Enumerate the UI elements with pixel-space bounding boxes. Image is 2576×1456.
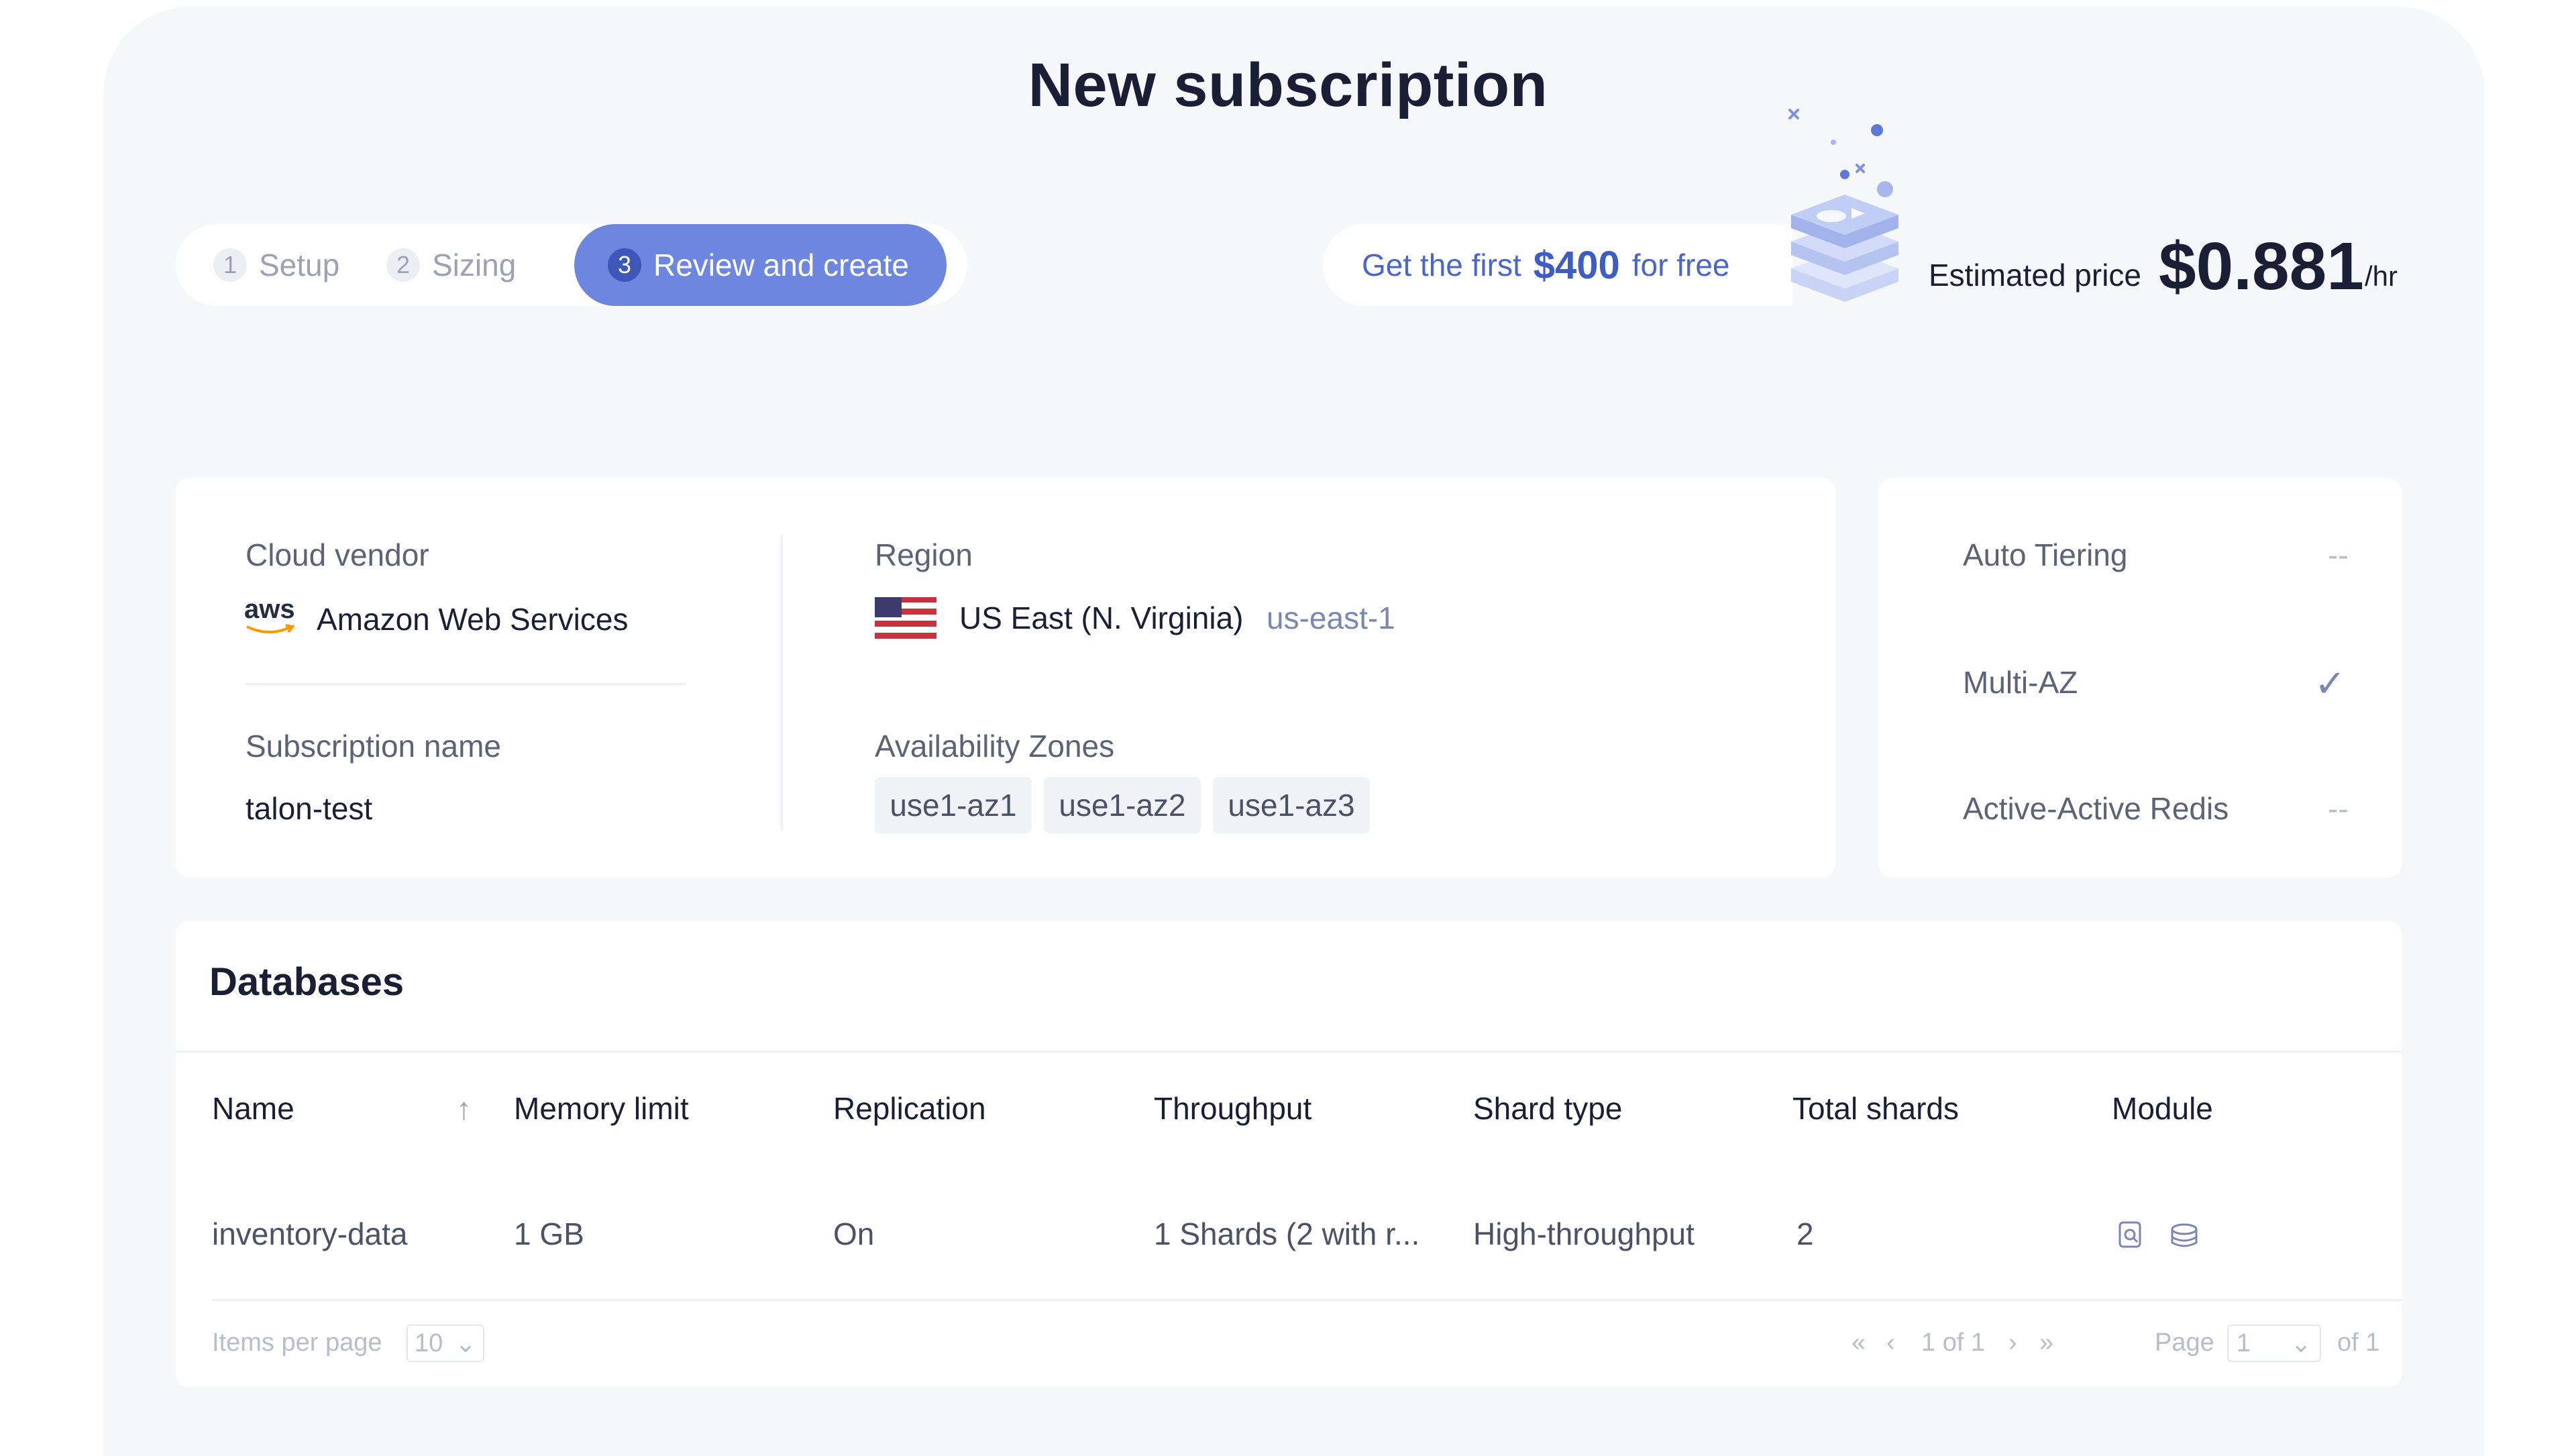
first-page-icon[interactable]: «: [1851, 1329, 1866, 1357]
active-active-label: Active-Active Redis: [1963, 791, 2229, 826]
last-page-icon[interactable]: »: [2039, 1329, 2053, 1357]
total-pages: of 1: [2337, 1329, 2380, 1357]
multi-az-label: Multi-AZ: [1963, 665, 2078, 700]
column-header-name[interactable]: Name: [212, 1090, 294, 1127]
check-icon: ✓: [2314, 662, 2346, 705]
aws-logo-icon: aws: [244, 596, 298, 643]
promo-amount: $400: [1533, 243, 1620, 287]
sort-ascending-icon[interactable]: ↑: [456, 1090, 472, 1127]
column-header-replication[interactable]: Replication: [833, 1090, 986, 1127]
page-select[interactable]: 1 ⌄: [2227, 1324, 2321, 1362]
next-page-icon[interactable]: ›: [2008, 1329, 2017, 1357]
free-credit-promo[interactable]: Get the first $400 for free: [1323, 224, 1792, 306]
step-number: 3: [608, 248, 641, 282]
step-number: 2: [386, 248, 420, 282]
cell-name: inventory-data: [212, 1216, 408, 1251]
redis-stack-illustration: [1788, 109, 1898, 302]
aws-logo-text: aws: [244, 594, 295, 624]
promo-prefix: Get the first: [1362, 248, 1521, 282]
zone-chip: use1-az3: [1213, 777, 1370, 833]
auto-tiering-value: --: [2328, 537, 2349, 572]
chevron-down-icon: ⌄: [2290, 1329, 2312, 1358]
databases-title: Databases: [209, 960, 405, 1004]
databases-card: [176, 921, 2402, 1388]
items-per-page-label: Items per page: [212, 1329, 382, 1357]
us-flag-icon: [875, 597, 936, 639]
estimated-price-unit: /hr: [2365, 260, 2398, 292]
previous-page-icon[interactable]: ‹: [1886, 1329, 1895, 1357]
pagination-range: 1 of 1: [1921, 1329, 1986, 1357]
chevron-down-icon: ⌄: [455, 1329, 476, 1358]
column-header-shard-type[interactable]: Shard type: [1473, 1090, 1622, 1127]
step-label: Setup: [259, 248, 340, 282]
region-code: us-east-1: [1267, 601, 1395, 635]
page-value: 1: [2237, 1329, 2251, 1357]
active-active-value: --: [2328, 791, 2349, 826]
zone-chip: use1-az2: [1044, 777, 1201, 833]
step-review-and-create[interactable]: 3 Review and create: [574, 224, 947, 306]
table-title-divider: [176, 1051, 2402, 1053]
promo-suffix: for free: [1631, 248, 1730, 282]
items-per-page-select[interactable]: 10 ⌄: [407, 1324, 484, 1362]
auto-tiering-label: Auto Tiering: [1963, 537, 2128, 572]
column-header-throughput[interactable]: Throughput: [1154, 1090, 1311, 1127]
row-divider: [212, 1299, 2402, 1301]
cell-total-shards: 2: [1796, 1216, 1814, 1251]
estimated-price-value: $0.881: [2159, 229, 2364, 304]
cell-shard-type: High-throughput: [1473, 1216, 1695, 1251]
column-header-total-shards[interactable]: Total shards: [1792, 1090, 1959, 1127]
cell-throughput: 1 Shards (2 with r...: [1154, 1216, 1420, 1251]
page-title: New subscription: [1028, 51, 1548, 119]
zone-chip: use1-az1: [875, 777, 1032, 833]
cell-memory: 1 GB: [514, 1216, 584, 1251]
step-number: 1: [213, 248, 247, 282]
column-divider: [781, 534, 783, 831]
cloud-vendor-label: Cloud vendor: [246, 537, 429, 572]
subscription-name-label: Subscription name: [246, 729, 501, 764]
cloud-vendor-value: Amazon Web Services: [317, 602, 629, 637]
page-label: Page: [2155, 1329, 2214, 1357]
module-search-icon[interactable]: [2116, 1220, 2147, 1251]
step-setup[interactable]: 1 Setup: [213, 224, 386, 306]
items-per-page-value: 10: [415, 1329, 443, 1357]
step-label: Review and create: [653, 248, 909, 282]
step-label: Sizing: [432, 248, 517, 282]
availability-zones-label: Availability Zones: [875, 729, 1115, 764]
cell-replication: On: [833, 1216, 875, 1251]
field-divider: [246, 683, 686, 685]
column-header-memory[interactable]: Memory limit: [514, 1090, 689, 1127]
estimated-price-label: Estimated price: [1929, 258, 2142, 293]
step-sizing[interactable]: 2 Sizing: [386, 224, 574, 306]
module-json-icon[interactable]: [2168, 1220, 2200, 1251]
subscription-name-value: talon-test: [246, 791, 373, 826]
wizard-stepper: 1 Setup 2 Sizing 3 Review and create: [176, 224, 967, 306]
column-header-module[interactable]: Module: [2112, 1090, 2213, 1127]
region-value: US East (N. Virginia): [959, 601, 1244, 635]
region-label: Region: [875, 537, 973, 572]
